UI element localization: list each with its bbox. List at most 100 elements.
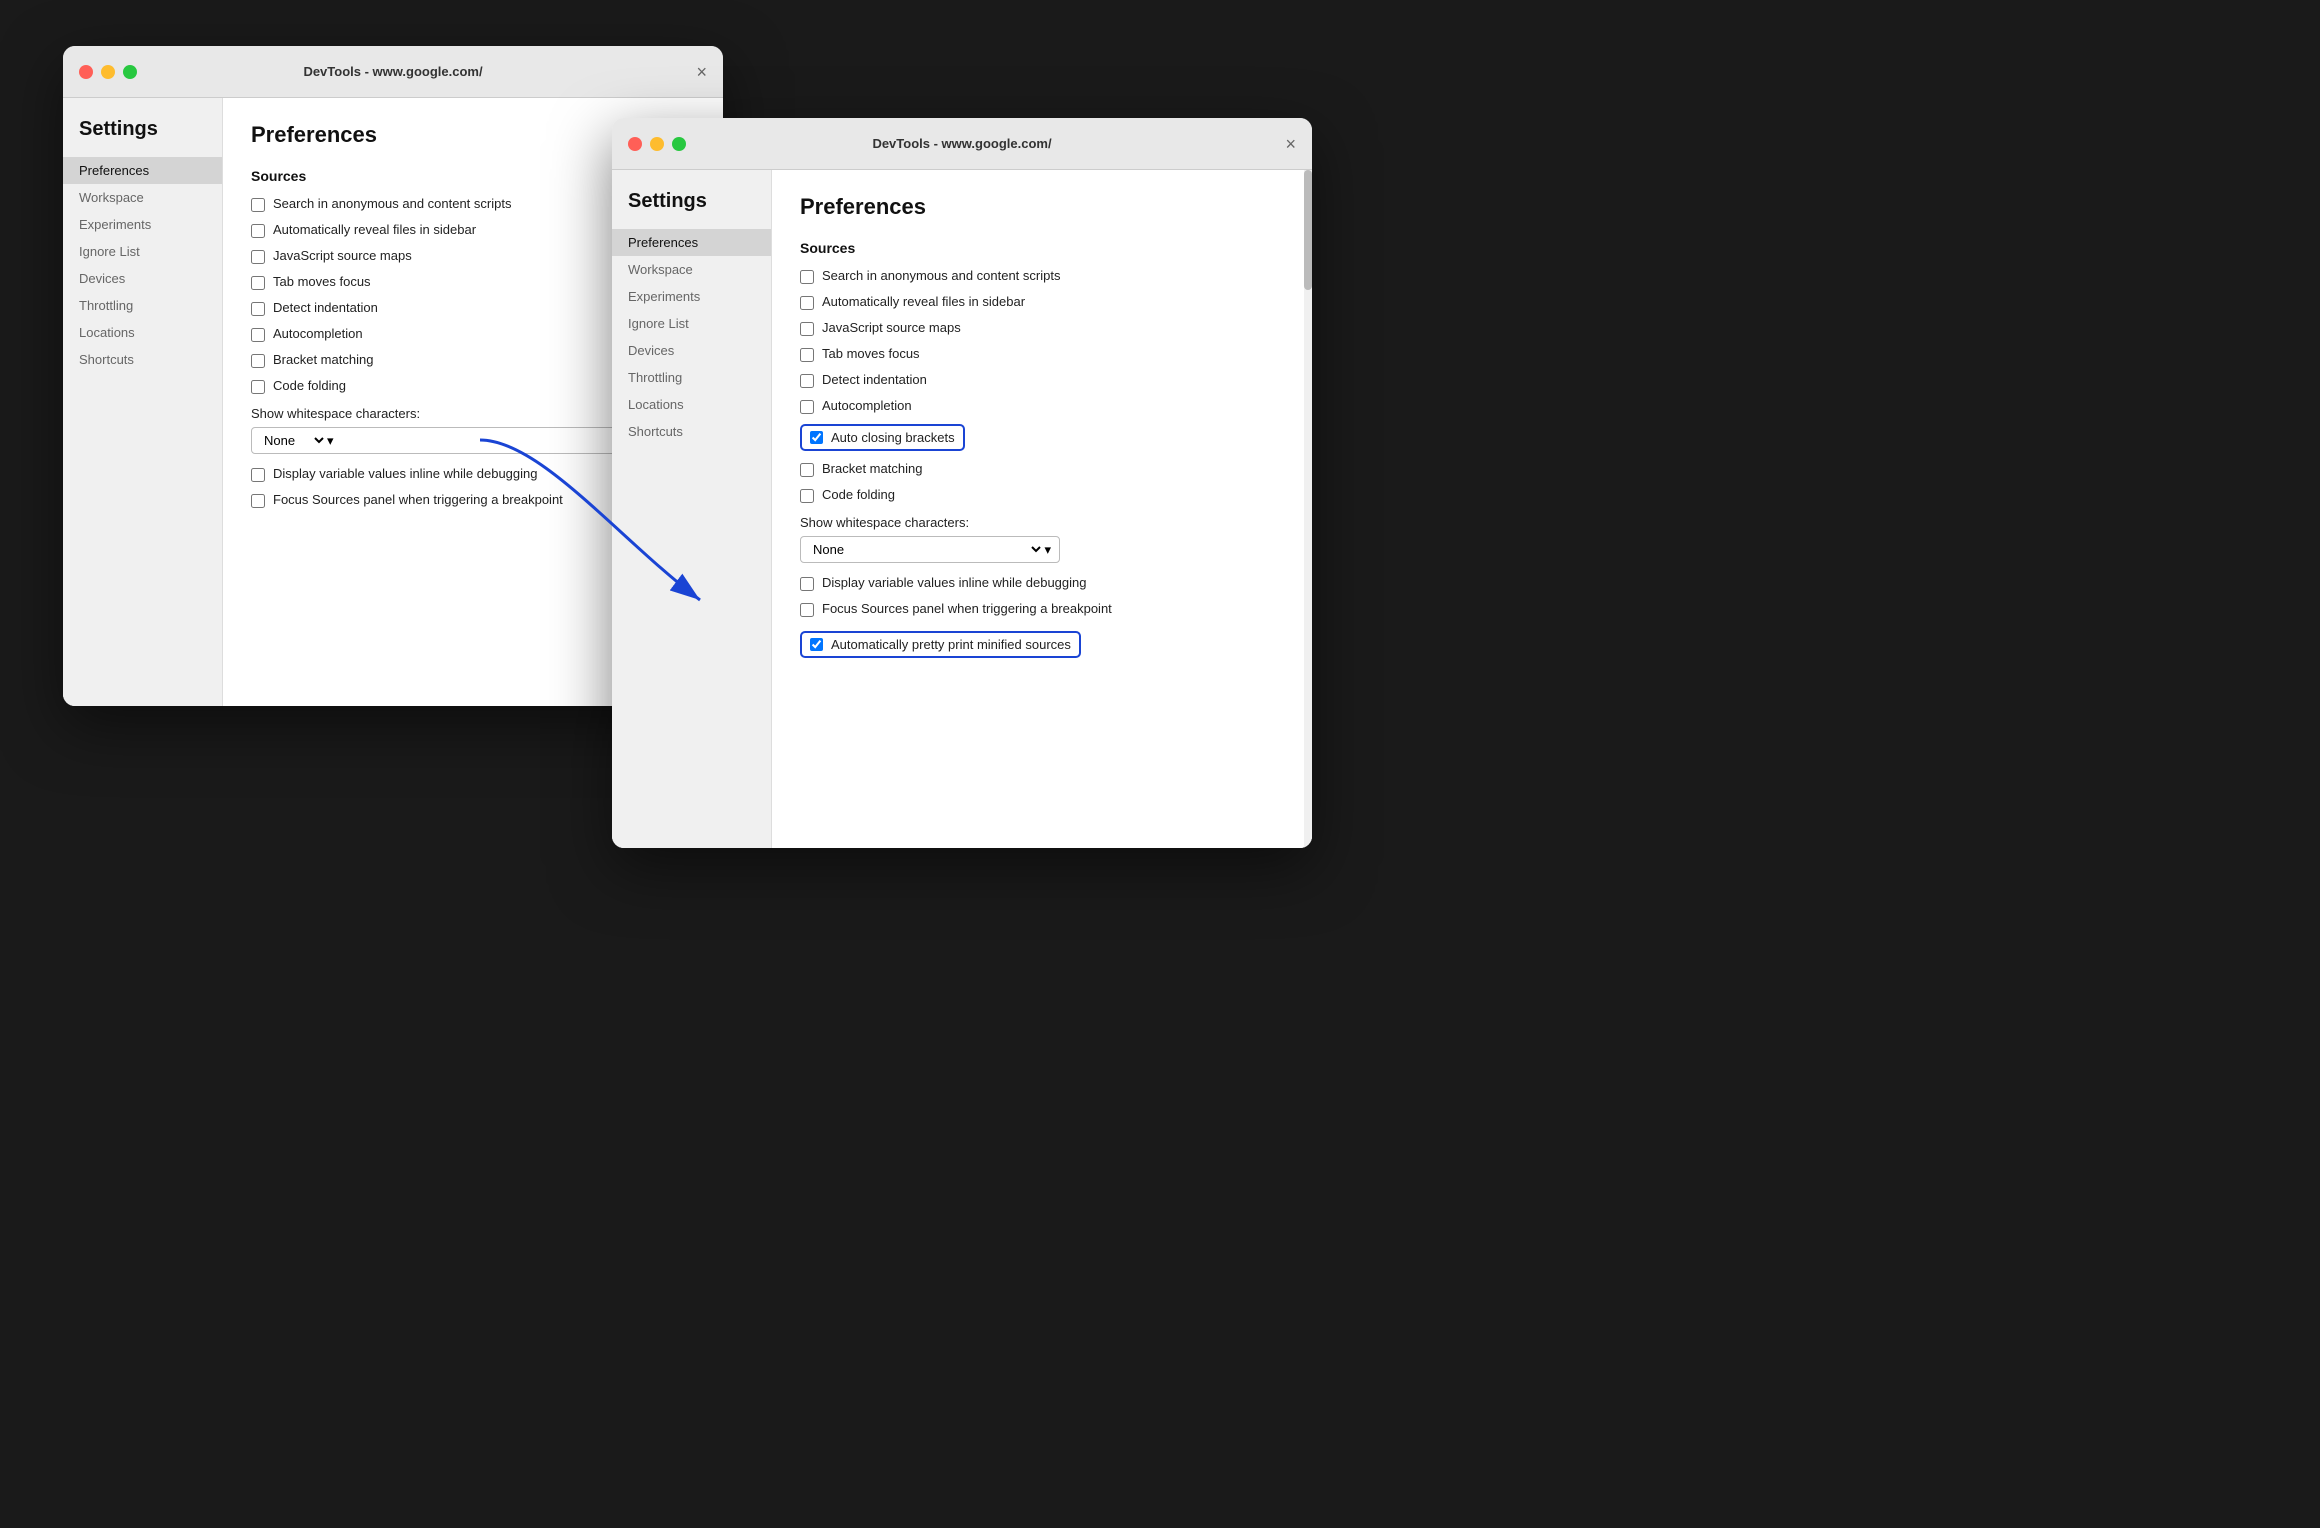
sidebar-item-ignorelist-2[interactable]: Ignore List [612,310,771,337]
window-controls-2 [628,137,686,151]
sidebar-item-devices-1[interactable]: Devices [63,265,222,292]
sidebar-item-workspace-2[interactable]: Workspace [612,256,771,283]
checkbox-anon-label-2: Search in anonymous and content scripts [822,268,1060,283]
sidebar-item-preferences-1[interactable]: Preferences [63,157,222,184]
maximize-button-1[interactable] [123,65,137,79]
checkbox-varvalues-input-1[interactable] [251,468,265,482]
checkbox-focussources-label-2: Focus Sources panel when triggering a br… [822,601,1112,616]
content-title-2: Preferences [800,194,1284,220]
titlebar-1: DevTools - www.google.com/ × [63,46,723,98]
sidebar-item-locations-2[interactable]: Locations [612,391,771,418]
checkbox-bracketmatch-2: Bracket matching [800,461,1284,477]
minimize-button-2[interactable] [650,137,664,151]
checkbox-anon-label-1: Search in anonymous and content scripts [273,196,511,211]
checkbox-codefolding-2: Code folding [800,487,1284,503]
sidebar-heading-1: Settings [63,118,222,157]
checkbox-autocomp-label-2: Autocompletion [822,398,912,413]
dropdown-arrow-1: ▾ [327,433,334,449]
whitespace-select-1[interactable]: None All Trailing [260,432,327,449]
checkbox-sourcemaps-2: JavaScript source maps [800,320,1284,336]
checkbox-tabfocus-label-1: Tab moves focus [273,274,371,289]
checkbox-focussources-2: Focus Sources panel when triggering a br… [800,601,1284,617]
sidebar-1: Settings Preferences Workspace Experimen… [63,98,223,706]
checkbox-anon-input-1[interactable] [251,198,265,212]
minimize-button-1[interactable] [101,65,115,79]
checkbox-sourcemaps-label-1: JavaScript source maps [273,248,412,263]
checkbox-reveal-label-1: Automatically reveal files in sidebar [273,222,476,237]
checkbox-reveal-input-2[interactable] [800,296,814,310]
sidebar-item-throttling-1[interactable]: Throttling [63,292,222,319]
checkbox-autoclosing-label-2: Auto closing brackets [831,430,955,445]
sidebar-item-shortcuts-1[interactable]: Shortcuts [63,346,222,373]
checkbox-varvalues-label-1: Display variable values inline while deb… [273,466,538,481]
maximize-button-2[interactable] [672,137,686,151]
sidebar-2: Settings Preferences Workspace Experimen… [612,170,772,848]
checkbox-autocomp-label-1: Autocompletion [273,326,363,341]
titlebar-2: DevTools - www.google.com/ × [612,118,1312,170]
sidebar-item-ignorelist-1[interactable]: Ignore List [63,238,222,265]
close-button-1[interactable] [79,65,93,79]
checkbox-prettyprint-highlighted-2: Automatically pretty print minified sour… [800,631,1081,658]
whitespace-dropdown-2[interactable]: None All Trailing ▾ [800,536,1060,563]
content-2: Preferences Sources Search in anonymous … [772,170,1312,848]
checkbox-codefolding-label-1: Code folding [273,378,346,393]
section-heading-2: Sources [800,240,1284,256]
checkbox-reveal-label-2: Automatically reveal files in sidebar [822,294,1025,309]
close-button-2[interactable] [628,137,642,151]
sidebar-item-experiments-2[interactable]: Experiments [612,283,771,310]
window-controls-1 [79,65,137,79]
checkbox-sourcemaps-input-1[interactable] [251,250,265,264]
checkbox-indent-input-1[interactable] [251,302,265,316]
checkbox-reveal-2: Automatically reveal files in sidebar [800,294,1284,310]
checkbox-bracketmatch-label-2: Bracket matching [822,461,922,476]
sidebar-item-workspace-1[interactable]: Workspace [63,184,222,211]
scrollbar-track-2 [1304,170,1312,848]
window-close-x-1[interactable]: × [696,63,707,81]
sidebar-item-experiments-1[interactable]: Experiments [63,211,222,238]
checkbox-codefolding-label-2: Code folding [822,487,895,502]
checkbox-bracketmatch-input-2[interactable] [800,463,814,477]
window-body-2: Settings Preferences Workspace Experimen… [612,170,1312,848]
sidebar-item-shortcuts-2[interactable]: Shortcuts [612,418,771,445]
checkbox-anon-input-2[interactable] [800,270,814,284]
checkbox-anon-2: Search in anonymous and content scripts [800,268,1284,284]
sidebar-item-devices-2[interactable]: Devices [612,337,771,364]
checkbox-autoclosing-input-2[interactable] [810,431,823,444]
checkbox-bracketmatch-input-1[interactable] [251,354,265,368]
sidebar-heading-2: Settings [612,190,771,229]
checkbox-prettyprint-label-2: Automatically pretty print minified sour… [831,637,1071,652]
checkbox-focussources-input-1[interactable] [251,494,265,508]
sidebar-item-throttling-2[interactable]: Throttling [612,364,771,391]
checkbox-indent-label-1: Detect indentation [273,300,378,315]
checkbox-reveal-input-1[interactable] [251,224,265,238]
checkbox-codefolding-input-2[interactable] [800,489,814,503]
whitespace-select-2[interactable]: None All Trailing [809,541,1044,558]
whitespace-label-2: Show whitespace characters: [800,515,1284,530]
checkbox-autoclosing-highlighted-2: Auto closing brackets [800,424,965,451]
sidebar-item-preferences-2[interactable]: Preferences [612,229,771,256]
window-close-x-2[interactable]: × [1285,135,1296,153]
checkbox-sourcemaps-label-2: JavaScript source maps [822,320,961,335]
checkbox-indent-input-2[interactable] [800,374,814,388]
checkbox-tabfocus-input-1[interactable] [251,276,265,290]
checkbox-tabfocus-label-2: Tab moves focus [822,346,920,361]
checkbox-varvalues-input-2[interactable] [800,577,814,591]
checkbox-indent-2: Detect indentation [800,372,1284,388]
checkbox-varvalues-label-2: Display variable values inline while deb… [822,575,1087,590]
checkbox-autocomp-input-1[interactable] [251,328,265,342]
checkbox-focussources-input-2[interactable] [800,603,814,617]
checkbox-autocomp-input-2[interactable] [800,400,814,414]
checkbox-tabfocus-input-2[interactable] [800,348,814,362]
checkbox-autocomp-2: Autocompletion [800,398,1284,414]
window-title-1: DevTools - www.google.com/ [303,64,482,79]
checkbox-bracketmatch-label-1: Bracket matching [273,352,373,367]
checkbox-tabfocus-2: Tab moves focus [800,346,1284,362]
checkbox-focussources-label-1: Focus Sources panel when triggering a br… [273,492,563,507]
window-2: DevTools - www.google.com/ × Settings Pr… [612,118,1312,848]
checkbox-prettyprint-input-2[interactable] [810,638,823,651]
checkbox-sourcemaps-input-2[interactable] [800,322,814,336]
sidebar-item-locations-1[interactable]: Locations [63,319,222,346]
checkbox-varvalues-2: Display variable values inline while deb… [800,575,1284,591]
scrollbar-thumb-2[interactable] [1304,170,1312,290]
checkbox-codefolding-input-1[interactable] [251,380,265,394]
